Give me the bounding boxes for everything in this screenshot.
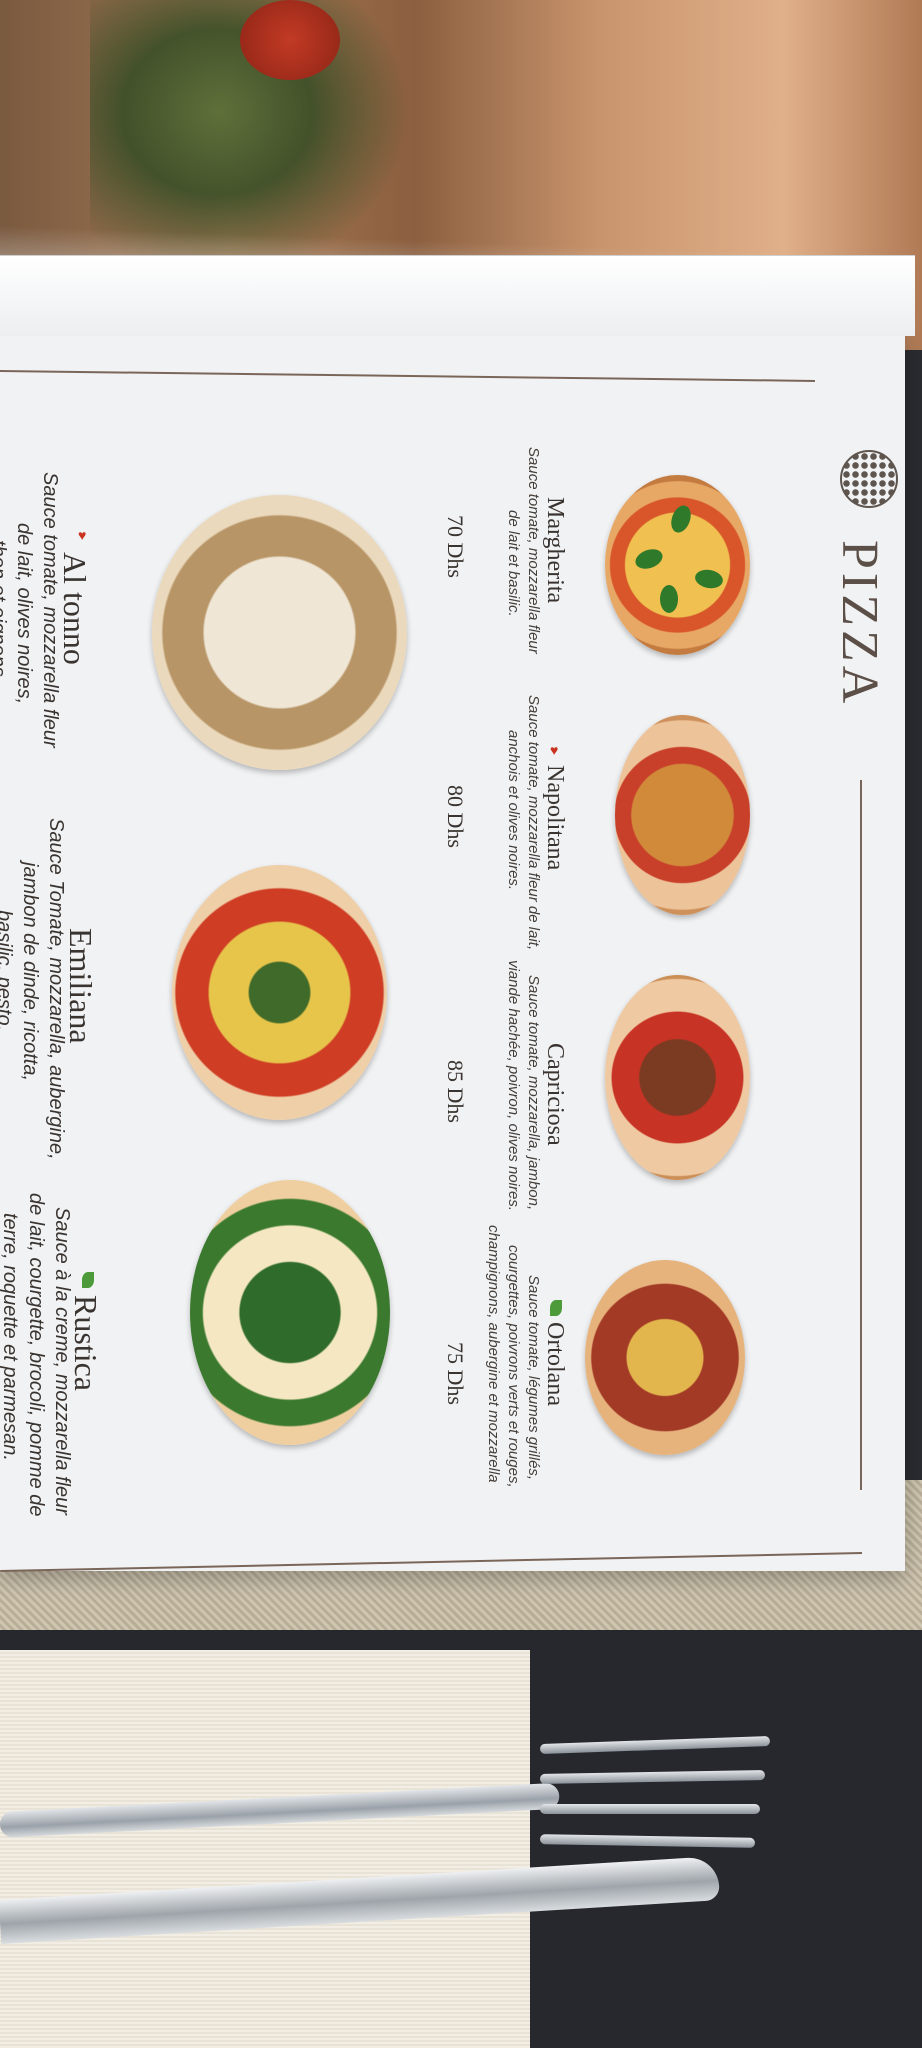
napkin [0, 1650, 530, 2048]
item-desc-ortolana-line1: Sauce tomate, légumes grillés, [525, 1275, 542, 1481]
pizza-image-emiliana [172, 865, 387, 1120]
item-desc-rustica-line1: Sauce à la creme, mozzarella fleur [51, 1207, 73, 1515]
item-price-ortolana: 75 Dhs [443, 1342, 468, 1405]
menu-page-top-edge [0, 255, 915, 336]
item-name-capriciosa: Capriciosa [542, 1043, 568, 1146]
item-desc-margherita-line1: Sauce tomate, mozzarella fleur [525, 447, 542, 654]
vegetarian-leaf-icon [82, 1272, 94, 1288]
item-desc-capriciosa-line2: viande hachée, poivron, olives noires. [505, 960, 522, 1211]
item-desc-ortolana-line2: courgettes, poivrons verts et rouges, [505, 1245, 522, 1488]
pizza-image-al-tonno [152, 495, 407, 770]
item-desc-napolitana-line2: anchois et olives noires. [505, 730, 522, 891]
pizza-image-ortolana [585, 1260, 745, 1455]
basil-leaf-icon [660, 585, 678, 613]
item-price-margherita: 70 Dhs [443, 515, 468, 578]
item-desc-capriciosa-line1: Sauce tomate, mozzarella, jambon, [525, 975, 542, 1211]
item-desc-rustica-line2: de lait, courgette, brocoli, pomme de [25, 1193, 47, 1517]
item-price-capriciosa: 85 Dhs [443, 1060, 468, 1123]
restaurant-logo [840, 450, 898, 508]
divider-line-right [860, 780, 862, 1490]
item-desc-rustica-line3: terre, roquette et parmesan. [0, 1213, 21, 1461]
menu-title: PIZZA [831, 540, 888, 708]
pizza-image-rustica [190, 1180, 390, 1445]
vegetarian-leaf-icon [550, 1300, 562, 1316]
item-name-ortolana: Ortolana [542, 1322, 568, 1406]
item-desc-al-tonno-line3: thon et oignons [0, 540, 9, 677]
fork-tine [540, 1804, 760, 1814]
item-desc-emiliana-line3: basilic, pesto. [0, 910, 15, 1032]
chili-icon: ♥ [550, 744, 559, 759]
pizza-image-capriciosa [605, 975, 750, 1180]
item-name-napolitana: Napolitana [542, 765, 568, 871]
pizza-image-margherita [605, 475, 750, 655]
pizza-image-napolitana [615, 715, 750, 915]
item-name-margherita: Margherita [542, 497, 568, 604]
item-desc-al-tonno-line2: de lait, olives noires, [13, 523, 35, 705]
item-price-napolitana: 80 Dhs [443, 785, 468, 848]
item-desc-emiliana-line1: Sauce Tomate, mozzarella, aubergine, [45, 818, 67, 1160]
item-desc-margherita-line2: de lait et basilic. [505, 510, 522, 617]
chili-icon: ♥ [78, 529, 87, 544]
item-desc-al-tonno-line1: Sauce tomate, mozzarella fleur [39, 472, 61, 748]
item-desc-ortolana-line3: champignons, aubergine et mozzarella [485, 1225, 502, 1483]
item-desc-napolitana-line1: Sauce tomate, mozzarella fleur de lait, [525, 695, 542, 951]
item-desc-emiliana-line2: jambon de dinde, ricotta, [19, 862, 41, 1082]
